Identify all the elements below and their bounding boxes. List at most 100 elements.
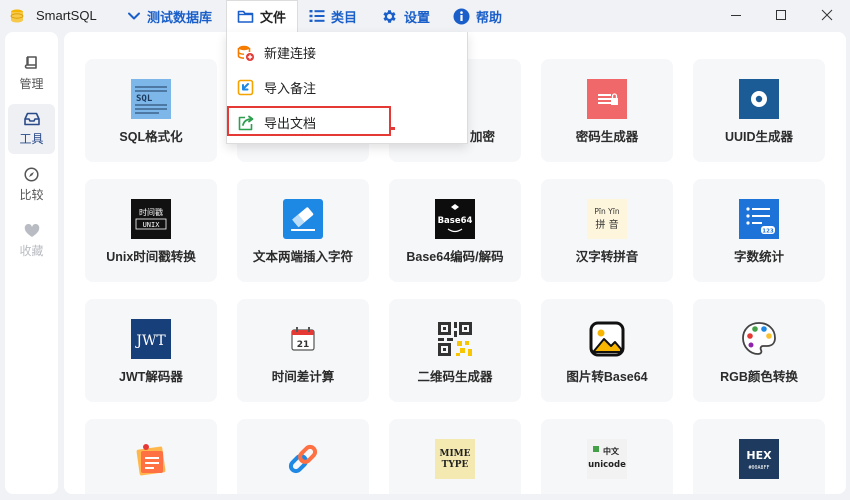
word-count-icon: 123 <box>739 199 779 239</box>
sidebar-item-tools[interactable]: 工具 <box>8 104 55 154</box>
tool-card-word-count[interactable]: 123 字数统计 <box>693 179 825 282</box>
pinyin-icon: Pīn Yīn 拼 音 <box>587 199 627 239</box>
tool-label: 时间差计算 <box>271 370 335 384</box>
tool-label: 加密 <box>469 130 495 144</box>
menu-file[interactable]: 文件 <box>226 0 298 32</box>
sidebar-item-favorites-label: 收藏 <box>19 243 44 258</box>
mime-icon-text-2: TYPE <box>442 460 469 470</box>
tool-card-unicode[interactable]: 中文 unicode <box>541 419 673 494</box>
menu-item-new-connection[interactable]: 新建连接 <box>227 36 467 69</box>
gear-icon <box>383 9 396 23</box>
mime-icon-text-1: MIME <box>440 449 471 459</box>
sidebar: 管理 工具 比较 收藏 <box>5 32 58 494</box>
jwt-icon: JWT <box>131 319 171 359</box>
tool-label: 密码生成器 <box>575 130 639 144</box>
tool-card-qrcode[interactable]: 二维码生成器 <box>389 299 521 402</box>
sidebar-item-manage-label: 管理 <box>19 76 44 91</box>
hex-icon-subtext: #00A8FF <box>748 465 769 471</box>
database-selector[interactable]: 测试数据库 <box>127 0 212 32</box>
tool-label: 汉字转拼音 <box>575 250 639 264</box>
database-selector-label: 测试数据库 <box>147 9 213 25</box>
tool-card-link[interactable] <box>237 419 369 494</box>
file-menu-dropdown: 新建连接 导入备注 导出文档 <box>226 32 468 144</box>
tool-card-hex[interactable]: HEX #00A8FF <box>693 419 825 494</box>
book-icon <box>24 55 37 69</box>
close-button[interactable] <box>805 0 849 30</box>
base64-icon-text: Base64 <box>438 216 473 226</box>
unicode-icon-text-latin: unicode <box>588 460 626 470</box>
sql-format-icon: SQL <box>131 79 171 119</box>
sidebar-item-compare[interactable]: 比较 <box>8 160 55 210</box>
base64-icon: Base64 <box>435 199 475 239</box>
word-count-icon-text: 123 <box>762 229 774 235</box>
eraser-icon <box>283 199 323 239</box>
tool-card-image-base64[interactable]: 图片转Base64 <box>541 299 673 402</box>
tool-card-time-diff[interactable]: 21 时间差计算 <box>237 299 369 402</box>
menu-categories[interactable]: 类目 <box>309 0 357 32</box>
export-highlight-marker <box>389 127 395 130</box>
jwt-icon-text: JWT <box>134 333 166 349</box>
qrcode-icon <box>438 322 472 356</box>
tool-card-sql-format[interactable]: SQL SQL格式化 <box>85 59 217 162</box>
sidebar-item-manage[interactable]: 管理 <box>8 48 55 98</box>
list-icon <box>309 10 325 22</box>
import-icon <box>237 79 254 95</box>
tool-label: RGB颜色转换 <box>720 370 798 384</box>
image-icon <box>589 321 625 357</box>
app-logo-icon <box>10 9 24 23</box>
info-icon <box>453 8 470 24</box>
timestamp-icon: 时间戳 UNIX <box>131 199 171 239</box>
menu-settings[interactable]: 设置 <box>381 0 430 32</box>
folder-icon <box>237 10 254 23</box>
timestamp-icon-text-unix: UNIX <box>143 221 161 229</box>
tool-label: 文本两端插入字符 <box>252 250 353 264</box>
tool-card-jwt[interactable]: JWT JWT解码器 <box>85 299 217 402</box>
menu-item-export-docs[interactable]: 导出文档 <box>227 106 467 139</box>
maximize-icon <box>776 10 786 20</box>
calendar-icon: 21 <box>291 327 315 351</box>
menu-categories-label: 类目 <box>331 9 358 25</box>
compass-icon <box>24 167 39 182</box>
inbox-icon <box>23 112 40 125</box>
menu-help[interactable]: 帮助 <box>453 0 502 32</box>
tool-card-pinyin[interactable]: Pīn Yīn 拼 音 汉字转拼音 <box>541 179 673 282</box>
sidebar-item-tools-label: 工具 <box>19 131 44 146</box>
tool-card-uuid-generator[interactable]: UUID生成器 <box>693 59 825 162</box>
menu-item-export-docs-label: 导出文档 <box>264 116 317 131</box>
title-bar: SmartSQL 测试数据库 文件 类目 设置 帮助 <box>0 0 850 32</box>
minimize-button[interactable] <box>714 0 758 30</box>
tool-card-base64[interactable]: Base64 Base64编码/解码 <box>389 179 521 282</box>
tool-label: 字数统计 <box>733 250 784 264</box>
palette-icon <box>742 322 776 355</box>
hex-icon-text: HEX <box>746 449 772 462</box>
sticky-note-icon <box>136 444 166 476</box>
menu-item-new-connection-label: 新建连接 <box>264 46 317 61</box>
menu-item-import-notes[interactable]: 导入备注 <box>227 71 467 104</box>
pinyin-icon-text-cn: 拼 音 <box>595 218 618 231</box>
mime-type-icon: MIME TYPE <box>435 439 475 479</box>
tool-card-password-generator[interactable]: 密码生成器 <box>541 59 673 162</box>
unicode-icon-text-cn: 中文 <box>603 446 620 456</box>
sql-icon-text: SQL <box>136 94 153 104</box>
sidebar-item-favorites[interactable]: 收藏 <box>8 216 55 266</box>
menu-file-label: 文件 <box>260 10 287 25</box>
menu-item-import-notes-label: 导入备注 <box>264 81 317 96</box>
tool-card-text-wrap[interactable]: 文本两端插入字符 <box>237 179 369 282</box>
app-title: SmartSQL <box>36 8 97 23</box>
tool-label: JWT解码器 <box>119 370 183 384</box>
heart-icon <box>24 223 39 237</box>
tool-card-unix-timestamp[interactable]: 时间戳 UNIX Unix时间戳转换 <box>85 179 217 282</box>
maximize-button[interactable] <box>759 0 803 30</box>
menu-settings-label: 设置 <box>404 9 431 25</box>
hex-icon: HEX #00A8FF <box>739 439 779 479</box>
tool-card-sticky-note[interactable] <box>85 419 217 494</box>
sidebar-item-compare-label: 比较 <box>19 188 44 202</box>
close-icon <box>821 9 833 21</box>
tool-card-rgb-color[interactable]: RGB颜色转换 <box>693 299 825 402</box>
uuid-icon <box>739 79 779 119</box>
chevron-down-icon <box>128 12 140 20</box>
minimize-icon <box>731 15 741 16</box>
database-add-icon <box>237 45 254 61</box>
pinyin-icon-text-latin: Pīn Yīn <box>594 207 619 216</box>
tool-card-mime-type[interactable]: MIME TYPE <box>389 419 521 494</box>
